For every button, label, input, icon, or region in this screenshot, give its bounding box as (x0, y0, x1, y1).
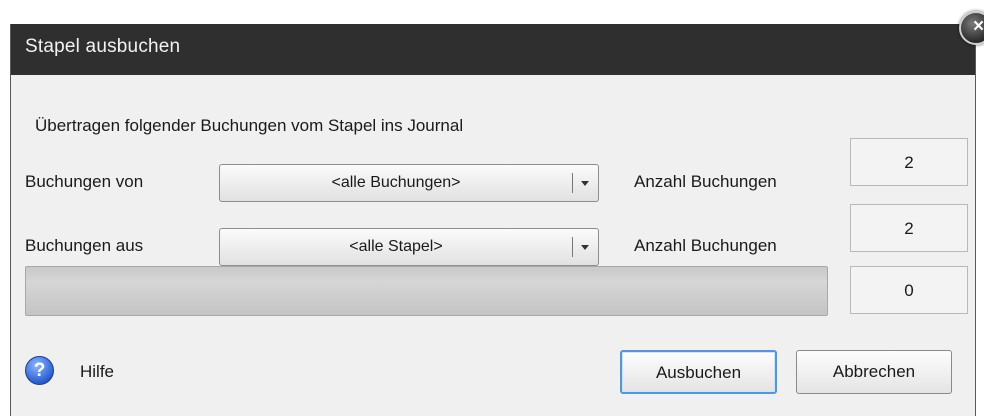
help-icon[interactable]: ? (25, 356, 54, 385)
anzahl-buchungen-label-1: Anzahl Buchungen (634, 172, 777, 191)
buchungen-aus-combobox[interactable]: <alle Stapel> (219, 228, 599, 266)
dialog-title: Stapel ausbuchen (25, 36, 181, 57)
abbrechen-button[interactable]: Abbrechen (796, 350, 952, 394)
progress-bar (25, 266, 828, 316)
chevron-down-icon[interactable] (581, 245, 589, 250)
combo-separator (572, 173, 573, 193)
buchungen-von-label: Buchungen von (25, 172, 144, 191)
stapel-ausbuchen-dialog: Stapel ausbuchen Übertragen folgender Bu… (10, 24, 976, 416)
anzahl-buchungen-label-2: Anzahl Buchungen (634, 236, 777, 255)
intro-text: Übertragen folgender Buchungen vom Stape… (35, 116, 464, 135)
buchungen-von-value: <alle Buchungen> (331, 174, 461, 191)
buchungen-von-combobox[interactable]: <alle Buchungen> (219, 164, 599, 202)
anzahl-buchungen-value-2: 2 (850, 204, 968, 252)
chevron-down-icon[interactable] (581, 181, 589, 186)
buchungen-aus-label: Buchungen aus (25, 236, 144, 255)
ausbuchen-button[interactable]: Ausbuchen (620, 350, 777, 394)
anzahl-buchungen-value-1: 2 (850, 138, 968, 186)
dialog-titlebar[interactable]: Stapel ausbuchen (11, 24, 975, 75)
progress-counter: 0 (850, 266, 968, 314)
combo-separator (572, 237, 573, 257)
buchungen-aus-value: <alle Stapel> (349, 238, 443, 255)
help-link[interactable]: Hilfe (80, 362, 114, 382)
close-icon: × (973, 16, 984, 37)
